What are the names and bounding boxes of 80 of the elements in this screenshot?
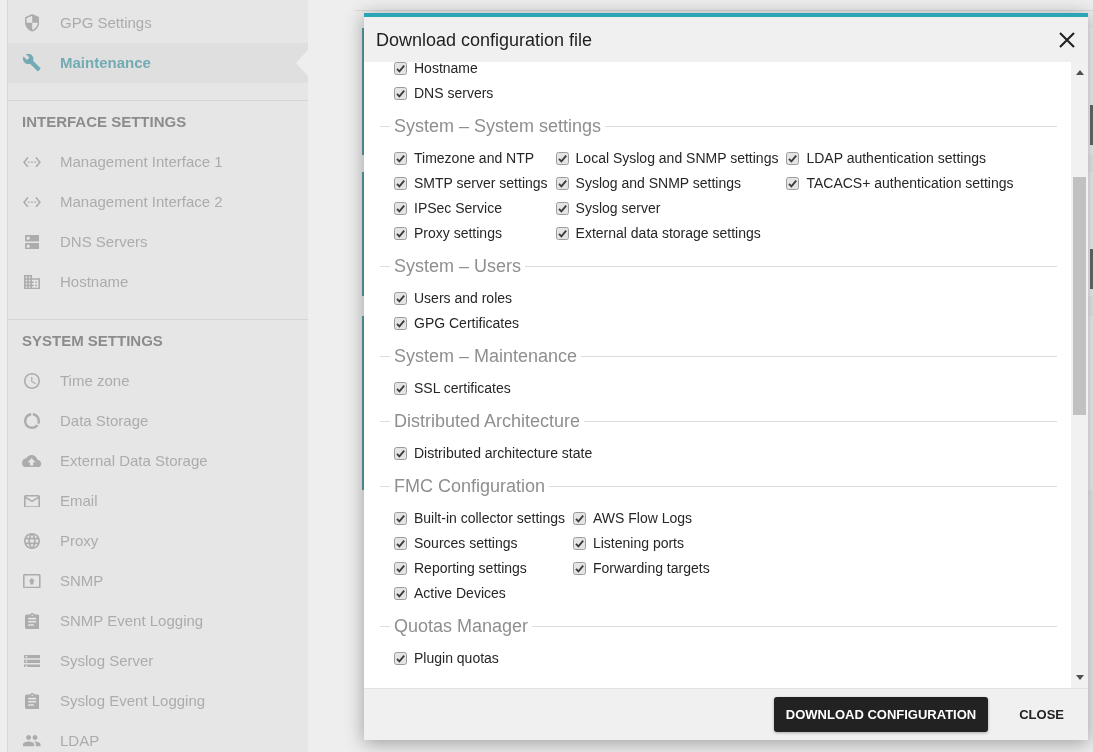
option-label[interactable]: SSL certificates [414, 381, 511, 396]
option-label[interactable]: Active Devices [414, 586, 506, 601]
download-button[interactable]: DOWNLOAD CONFIGURATION [773, 697, 989, 732]
option-label[interactable]: External data storage settings [575, 226, 761, 241]
checkbox[interactable] [394, 447, 407, 460]
sidebar-section-title: SYSTEM SETTINGS [22, 331, 163, 350]
option-label[interactable]: Plugin quotas [414, 651, 499, 666]
option-label[interactable]: Proxy settings [414, 226, 502, 241]
checkbox[interactable] [394, 587, 407, 600]
checkbox[interactable] [394, 87, 407, 100]
option-label[interactable]: Local Syslog and SNMP settings [575, 151, 779, 166]
checkbox[interactable] [555, 227, 569, 240]
checkbox[interactable] [394, 317, 407, 330]
checkbox[interactable] [786, 152, 800, 165]
option-label[interactable]: TACACS+ authentication settings [806, 176, 1014, 191]
scroll-up-arrow-icon[interactable] [1075, 70, 1084, 75]
option-label[interactable]: Listening ports [592, 536, 684, 551]
checkbox[interactable] [394, 382, 407, 395]
code-brackets-icon [23, 196, 41, 208]
checkbox[interactable] [394, 292, 407, 305]
scroll-down-arrow-icon[interactable] [1075, 675, 1084, 680]
ring-icon [24, 413, 40, 429]
section-title: System – System settings [394, 115, 602, 137]
checkbox[interactable] [555, 152, 569, 165]
checkbox[interactable] [394, 202, 407, 215]
option-label[interactable]: Syslog server [575, 201, 661, 216]
cloud-upload-icon [22, 454, 42, 468]
clock-icon [24, 373, 40, 389]
server-stack-icon [24, 654, 40, 668]
section-title: Quotas Manager [394, 615, 529, 637]
mail-icon [24, 494, 40, 508]
option-label[interactable]: Syslog and SNMP settings [575, 176, 742, 191]
option-label[interactable]: Sources settings [414, 536, 518, 551]
option-label[interactable]: Built-in collector settings [414, 511, 565, 526]
checkbox[interactable] [394, 512, 407, 525]
section-title: FMC Configuration [394, 475, 546, 497]
option-label[interactable]: AWS Flow Logs [592, 511, 693, 526]
option-label[interactable]: GPG Certificates [414, 316, 520, 331]
option-label[interactable]: DNS servers [414, 86, 494, 101]
building-icon [24, 274, 40, 290]
option-label[interactable]: IPSec Service [414, 201, 502, 216]
option-label[interactable]: Distributed architecture state [414, 446, 593, 461]
wrench-icon [23, 54, 41, 72]
close-icon [1059, 31, 1075, 48]
clipboard-icon [24, 693, 40, 709]
option-label[interactable]: Users and roles [414, 291, 513, 306]
section-title: System – Maintenance [394, 345, 578, 367]
scroll-thumb[interactable] [1073, 177, 1086, 415]
checkbox[interactable] [394, 227, 407, 240]
globe-icon [24, 533, 40, 549]
checkbox[interactable] [572, 537, 586, 550]
screen-upload-icon [23, 573, 41, 589]
section-title: System – Users [394, 255, 522, 277]
scrollbar[interactable] [1071, 62, 1088, 688]
checkbox[interactable] [394, 177, 407, 190]
shield-icon [24, 14, 40, 32]
dialog-title: Download configuration file [376, 28, 593, 51]
option-label[interactable]: SMTP server settings [414, 176, 548, 191]
section-title: Distributed Architecture [394, 410, 581, 432]
checkbox[interactable] [572, 512, 586, 525]
people-icon [23, 735, 41, 747]
checkbox[interactable] [394, 562, 407, 575]
option-label[interactable]: Forwarding targets [592, 561, 710, 576]
option-label[interactable]: Hostname [414, 62, 478, 76]
checkbox[interactable] [572, 562, 586, 575]
checkbox[interactable] [555, 202, 569, 215]
server-icon [24, 234, 40, 250]
checkbox[interactable] [394, 152, 407, 165]
checkbox[interactable] [394, 652, 407, 665]
option-label[interactable]: LDAP authentication settings [806, 151, 986, 166]
checkbox[interactable] [555, 177, 569, 190]
checkbox[interactable] [786, 177, 800, 190]
option-label[interactable]: Timezone and NTP [414, 151, 535, 166]
clipboard-icon [24, 613, 40, 629]
checkbox[interactable] [394, 537, 407, 550]
code-brackets-icon [23, 156, 41, 168]
checkbox[interactable] [394, 62, 407, 75]
close-text-button[interactable]: CLOSE [1007, 697, 1076, 732]
sidebar-section-title: INTERFACE SETTINGS [22, 112, 187, 131]
option-label[interactable]: Reporting settings [414, 561, 527, 576]
